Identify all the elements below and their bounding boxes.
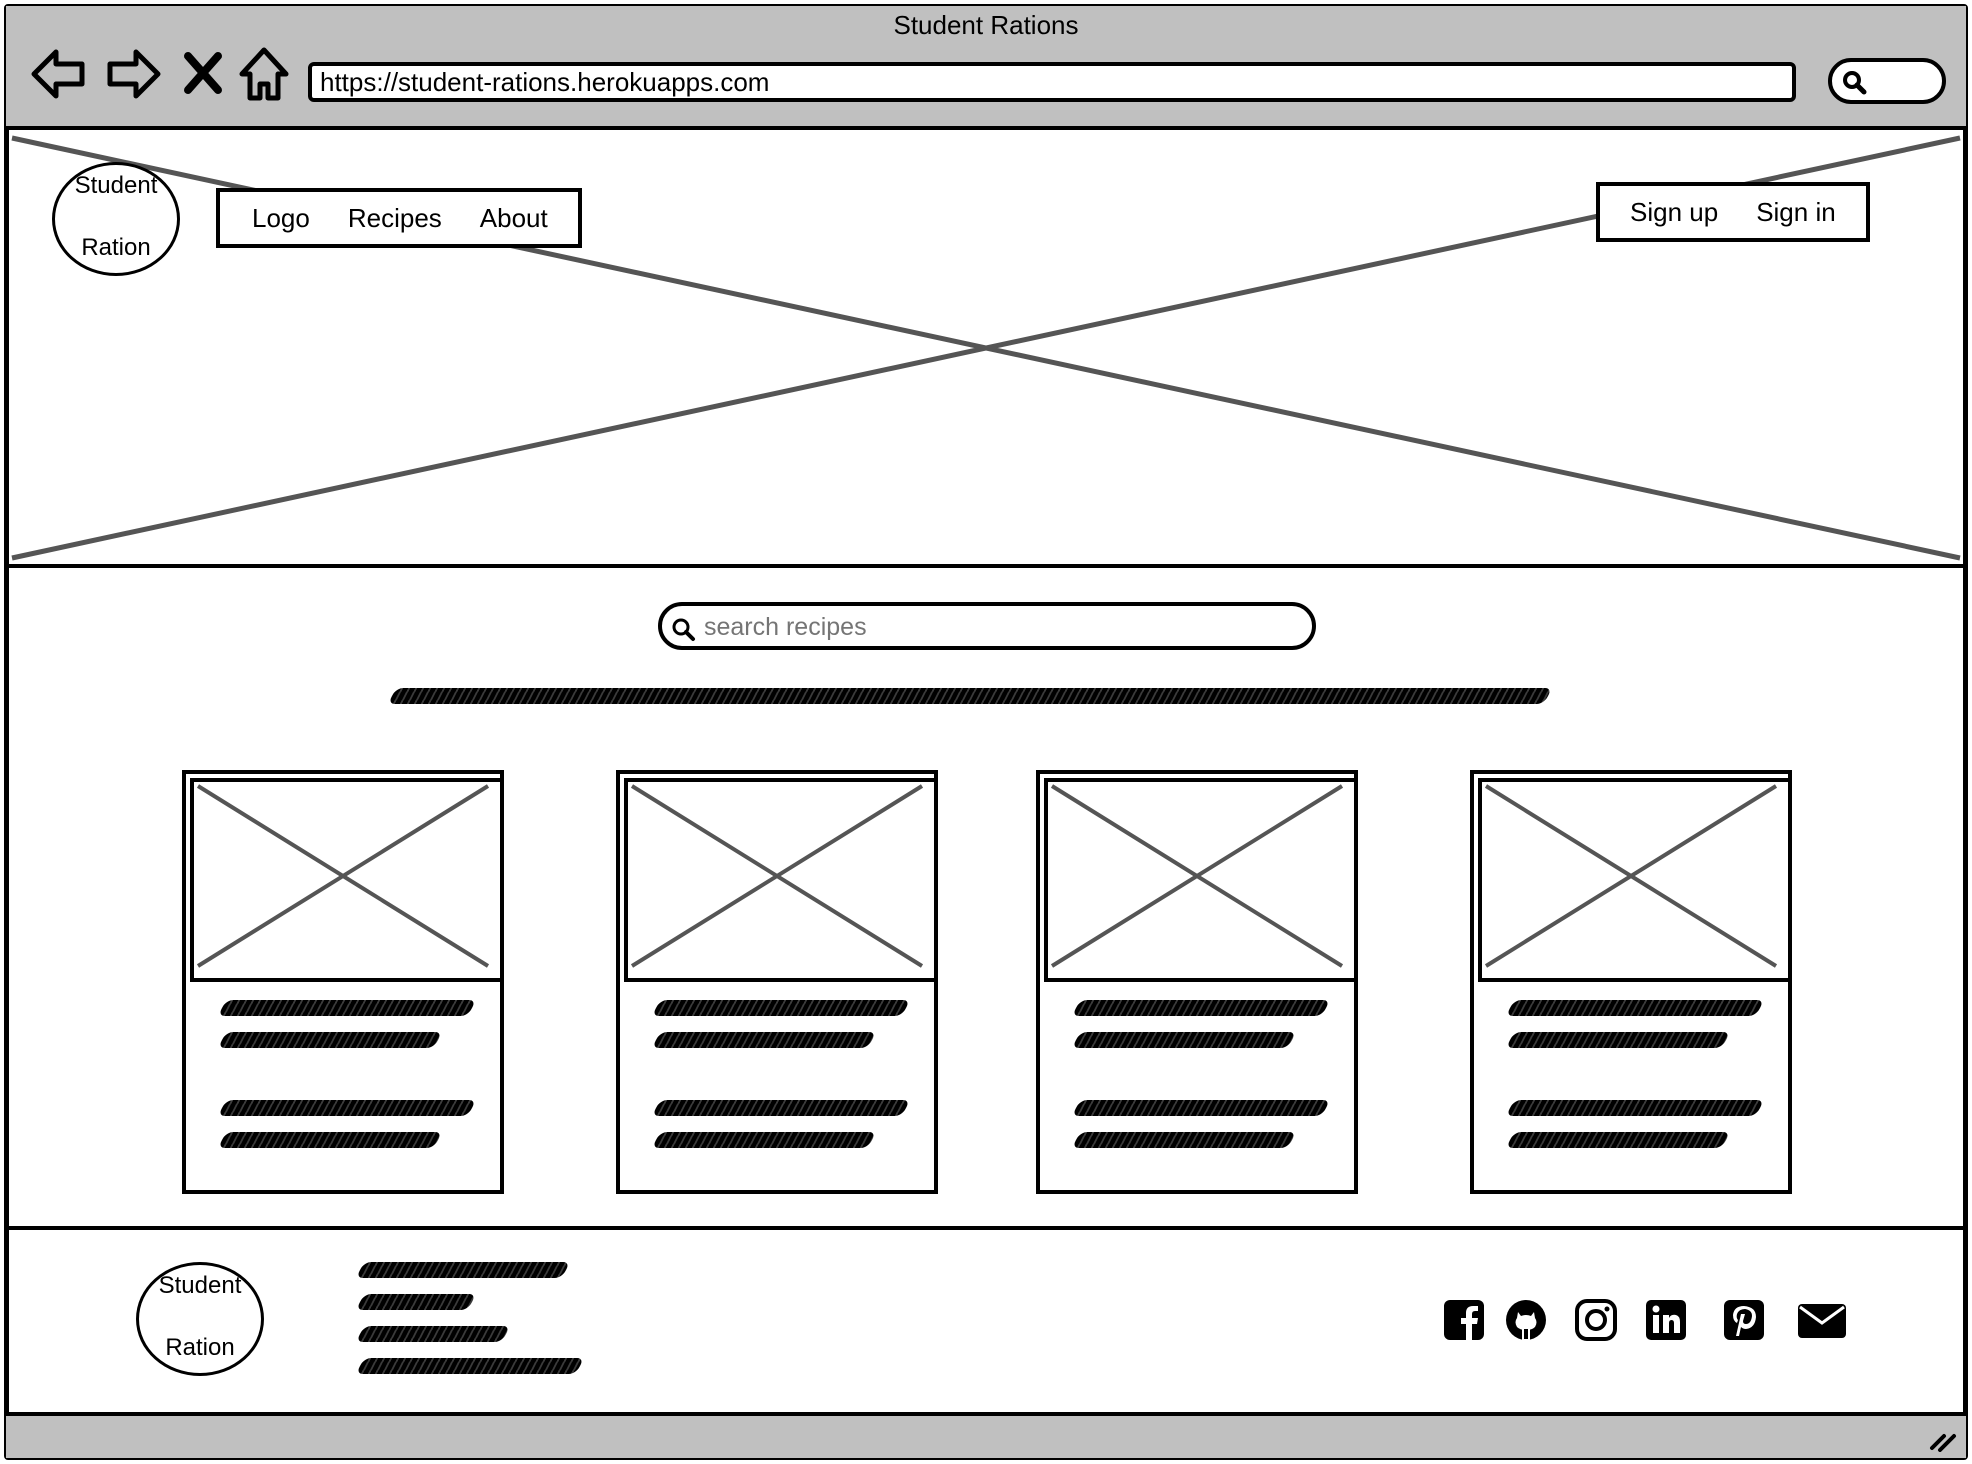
card-text-placeholder bbox=[1505, 1032, 1731, 1048]
nav-link-about[interactable]: About bbox=[480, 203, 548, 234]
mail-icon[interactable] bbox=[1796, 1298, 1848, 1342]
image-placeholder-cross bbox=[1050, 784, 1344, 968]
logo-line-1: Student bbox=[74, 172, 158, 199]
site-logo[interactable]: Student Ration bbox=[52, 162, 180, 276]
card-text-placeholder bbox=[1505, 1132, 1731, 1148]
recipe-card[interactable] bbox=[1036, 770, 1358, 1194]
instagram-icon[interactable] bbox=[1574, 1298, 1618, 1342]
back-icon[interactable] bbox=[28, 44, 88, 104]
search-icon bbox=[672, 618, 695, 641]
footer-text-placeholder bbox=[355, 1262, 571, 1278]
image-placeholder-cross bbox=[196, 784, 490, 968]
resize-grip-icon[interactable] bbox=[1928, 1424, 1958, 1452]
footer-text-placeholder bbox=[355, 1358, 585, 1374]
linkedin-icon[interactable] bbox=[1644, 1298, 1688, 1342]
logo-line-2: Ration bbox=[81, 234, 151, 261]
card-text-placeholder bbox=[217, 1000, 477, 1016]
window-title: Student Rations bbox=[893, 10, 1079, 40]
card-text-placeholder bbox=[651, 1032, 877, 1048]
facebook-icon[interactable] bbox=[1442, 1298, 1486, 1342]
card-text-placeholder bbox=[1505, 1000, 1765, 1016]
sign-in-link[interactable]: Sign in bbox=[1756, 197, 1836, 228]
footer-text-placeholder bbox=[355, 1326, 511, 1342]
recipe-card[interactable] bbox=[616, 770, 938, 1194]
forward-icon[interactable] bbox=[104, 44, 164, 104]
card-image-placeholder bbox=[1044, 778, 1358, 982]
browser-search-field[interactable] bbox=[1828, 58, 1946, 104]
stop-icon[interactable] bbox=[180, 44, 226, 104]
search-icon bbox=[1843, 71, 1867, 95]
card-text-placeholder bbox=[651, 1132, 877, 1148]
footer-logo[interactable]: Student Ration bbox=[136, 1262, 264, 1376]
card-text-placeholder bbox=[651, 1100, 911, 1116]
intro-text-placeholder bbox=[387, 688, 1553, 704]
card-text-placeholder bbox=[1071, 1032, 1297, 1048]
image-placeholder-cross bbox=[1484, 784, 1778, 968]
main-nav: Logo Recipes About bbox=[216, 188, 582, 248]
card-text-placeholder bbox=[1071, 1000, 1331, 1016]
address-bar[interactable]: https://student-rations.herokuapps.com bbox=[308, 62, 1796, 102]
recipe-card[interactable] bbox=[182, 770, 504, 1194]
recipe-card[interactable] bbox=[1470, 770, 1792, 1194]
card-text-placeholder bbox=[217, 1100, 477, 1116]
auth-nav: Sign up Sign in bbox=[1596, 182, 1870, 242]
card-text-placeholder bbox=[1071, 1100, 1331, 1116]
pinterest-icon[interactable] bbox=[1722, 1298, 1766, 1342]
footer-text-placeholder bbox=[355, 1294, 477, 1310]
recipe-search-box bbox=[658, 602, 1316, 650]
card-image-placeholder bbox=[190, 778, 504, 982]
browser-status-bar bbox=[6, 1412, 1966, 1458]
logo-line-2: Ration bbox=[165, 1334, 235, 1361]
github-icon[interactable] bbox=[1504, 1298, 1548, 1342]
card-text-placeholder bbox=[1505, 1100, 1765, 1116]
card-text-placeholder bbox=[217, 1132, 443, 1148]
logo-line-1: Student bbox=[158, 1272, 242, 1299]
card-text-placeholder bbox=[217, 1032, 443, 1048]
search-input[interactable] bbox=[702, 610, 1296, 644]
card-image-placeholder bbox=[624, 778, 938, 982]
nav-link-recipes[interactable]: Recipes bbox=[348, 203, 442, 234]
sign-up-link[interactable]: Sign up bbox=[1630, 197, 1718, 228]
card-image-placeholder bbox=[1478, 778, 1792, 982]
image-placeholder-cross bbox=[630, 784, 924, 968]
card-text-placeholder bbox=[1071, 1132, 1297, 1148]
nav-link-logo[interactable]: Logo bbox=[252, 203, 310, 234]
card-text-placeholder bbox=[651, 1000, 911, 1016]
home-icon[interactable] bbox=[234, 44, 294, 104]
